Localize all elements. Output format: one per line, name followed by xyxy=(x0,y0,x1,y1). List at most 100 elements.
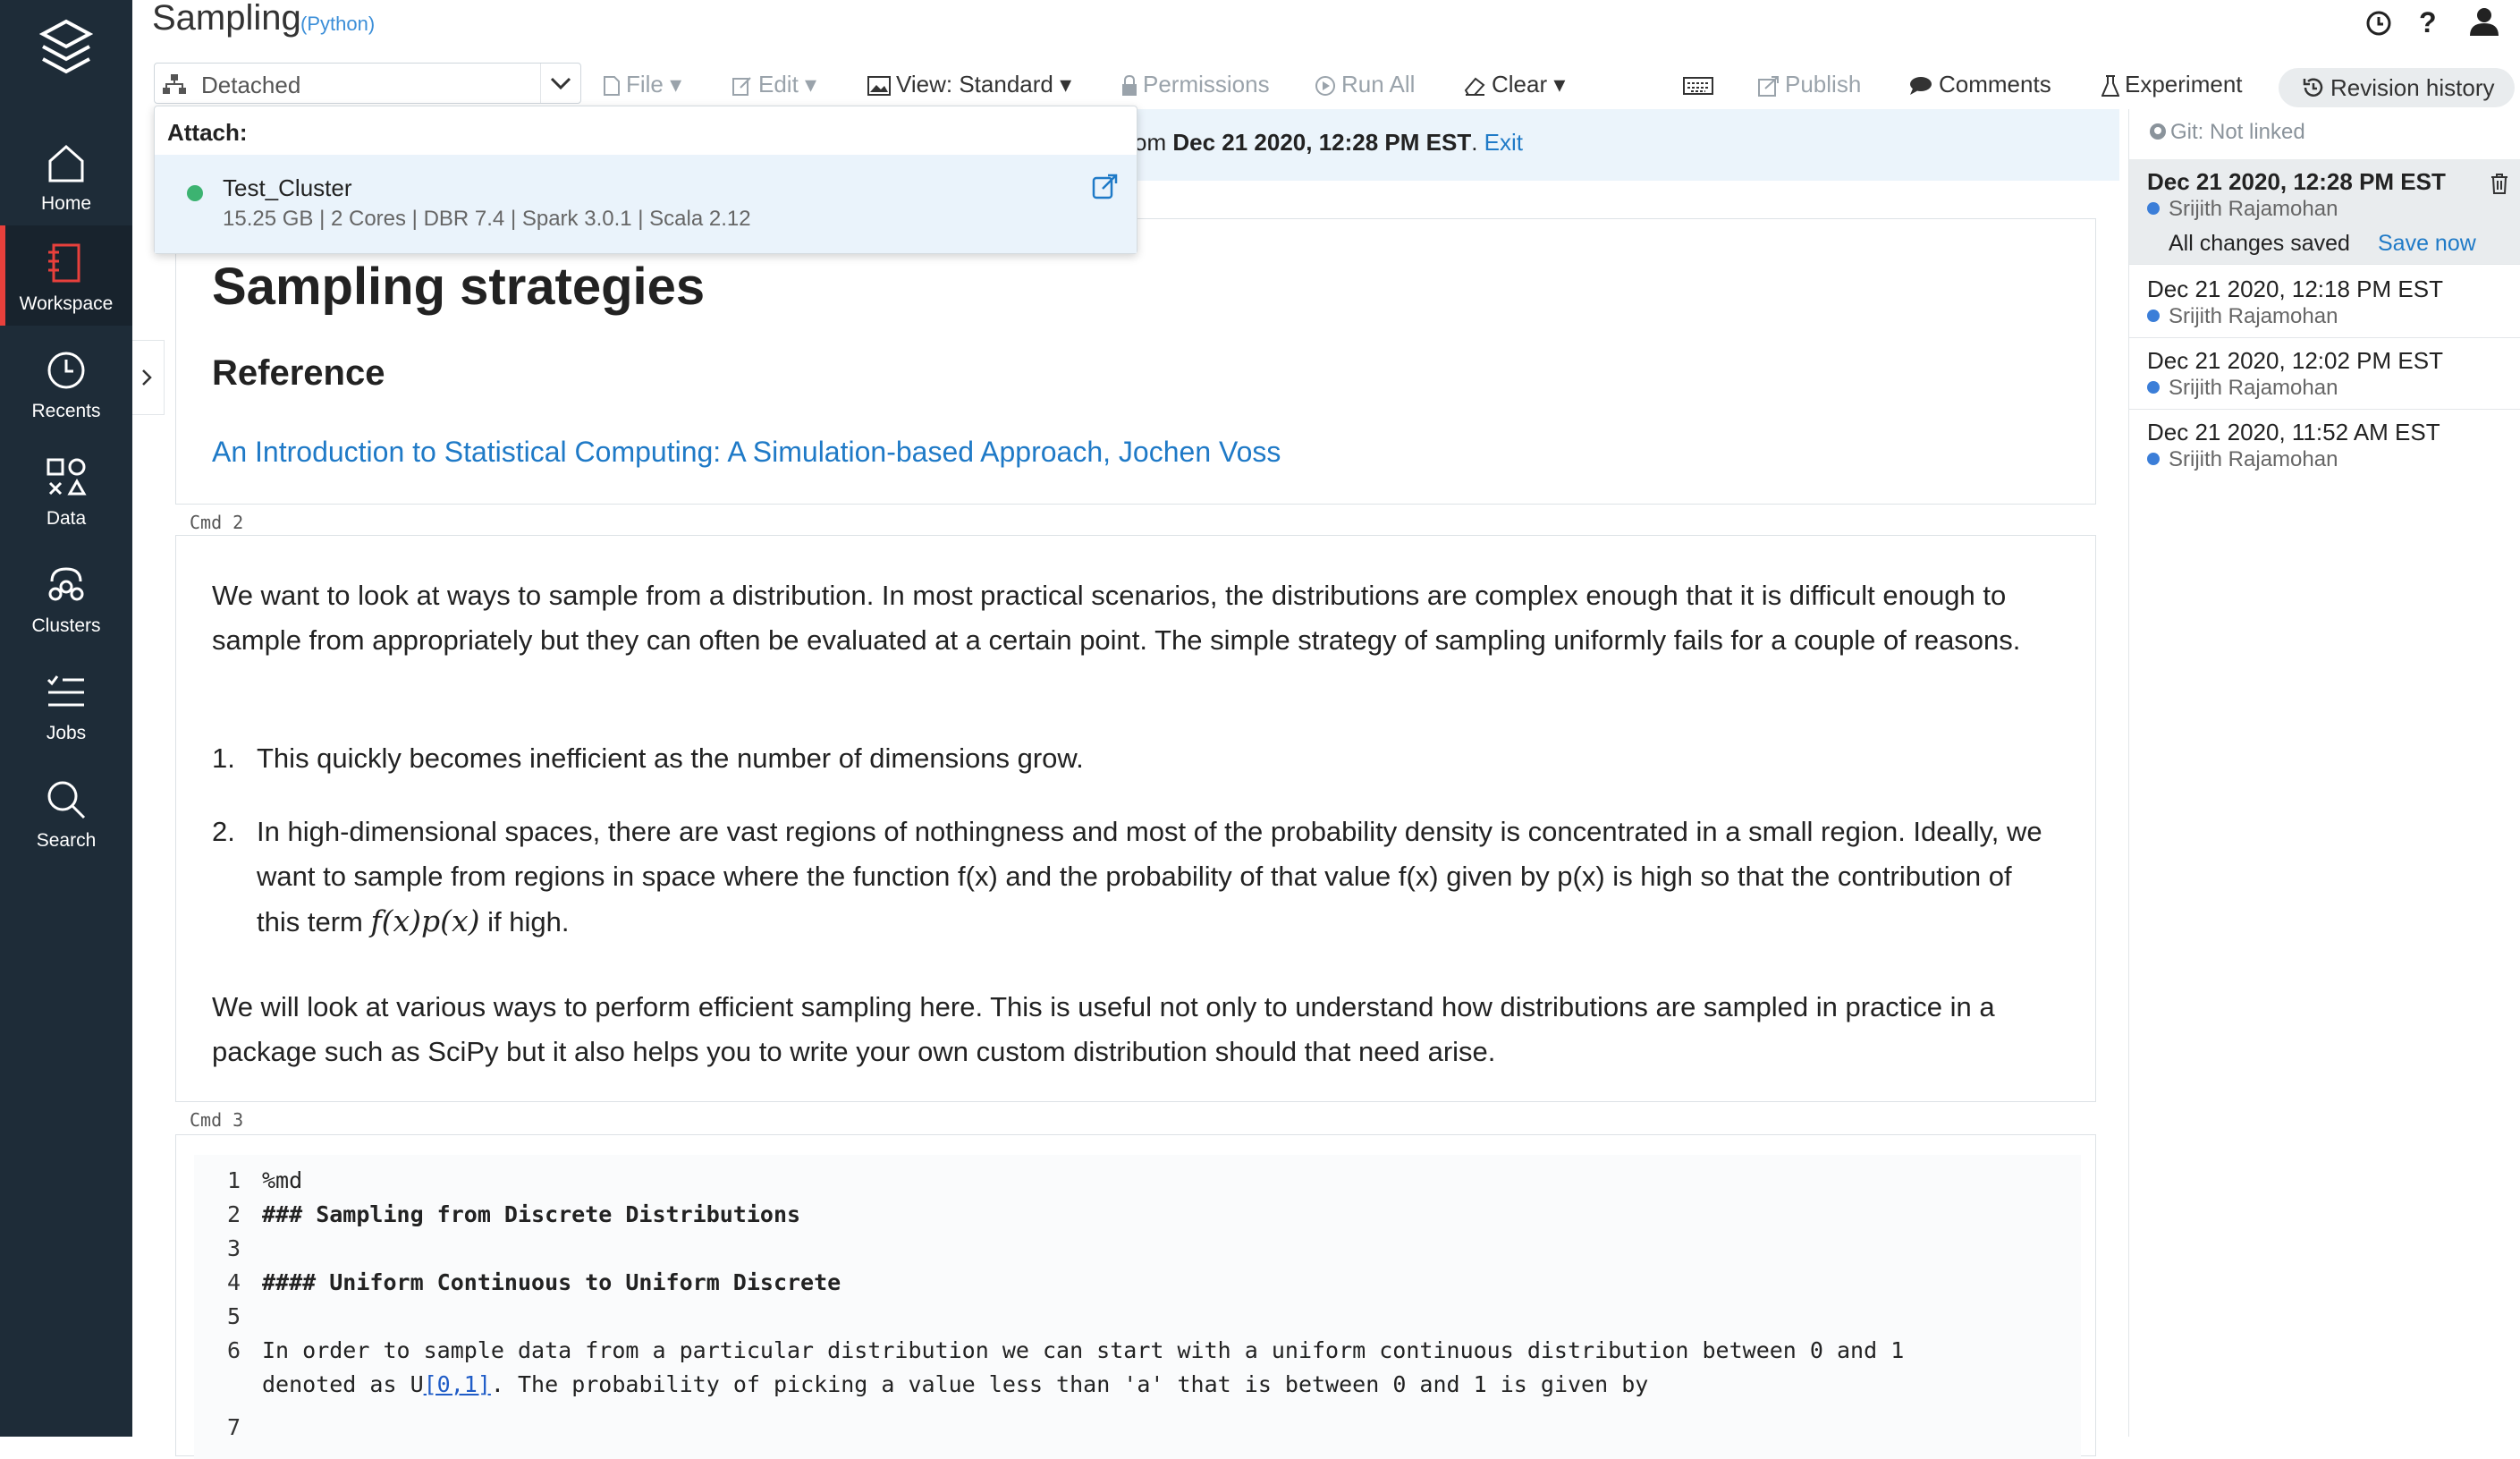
code-text-a: denoted as U xyxy=(262,1371,424,1397)
revision-date: Dec 21 2020, 11:52 AM EST xyxy=(2147,419,2440,445)
edit-menu[interactable]: Edit ▾ xyxy=(731,68,816,100)
code-line: 5 xyxy=(194,1303,241,1337)
code-editor[interactable]: 1 %md 2 ### Sampling from Discrete Distrib… xyxy=(194,1155,2081,1459)
code-text: %md xyxy=(262,1167,303,1193)
list-item-number: 2. xyxy=(212,816,235,847)
nav-jobs[interactable]: Jobs xyxy=(0,655,132,755)
exit-revision-link[interactable]: Exit xyxy=(1484,129,1523,156)
code-line: 4 #### Uniform Continuous to Uniform Disc… xyxy=(194,1269,841,1303)
revision-item[interactable]: Dec 21 2020, 11:52 AM EST Srijith Rajamo… xyxy=(2129,410,2520,481)
permissions-label: Permissions xyxy=(1143,71,1270,98)
code-bold-text: ### Sampling from Discrete Distributions xyxy=(262,1201,801,1227)
revision-history-button[interactable]: Revision history xyxy=(2279,68,2515,107)
publish-label: Publish xyxy=(1785,71,1862,98)
clear-menu[interactable]: Clear ▾ xyxy=(1463,68,1565,100)
nav-workspace[interactable]: Workspace xyxy=(0,225,132,326)
file-menu[interactable]: File ▾ xyxy=(603,68,681,100)
keyboard-icon xyxy=(1683,77,1713,96)
notebook-title[interactable]: Sampling xyxy=(152,0,301,38)
code-line: 6 In order to sample data from a particul… xyxy=(194,1337,1904,1371)
workspace-icon xyxy=(48,243,80,283)
cluster-select-caret[interactable] xyxy=(540,64,580,103)
save-now-link[interactable]: Save now xyxy=(2378,231,2476,257)
revision-item[interactable]: Dec 21 2020, 12:02 PM EST Srijith Rajamo… xyxy=(2129,338,2520,410)
chevron-right-icon xyxy=(142,369,152,386)
experiment-button[interactable]: Experiment xyxy=(2101,68,2243,100)
reference-link[interactable]: An Introduction to Statistical Computing… xyxy=(212,436,1281,469)
cmd-3-label: Cmd 3 xyxy=(190,1109,244,1131)
file-menu-label: File xyxy=(626,71,664,98)
clock-history-icon[interactable] xyxy=(2363,5,2395,38)
revision-item-current[interactable]: Dec 21 2020, 12:28 PM EST Srijith Rajamo… xyxy=(2129,159,2520,265)
list-item-number: 1. xyxy=(212,742,235,774)
share-icon xyxy=(1758,76,1779,98)
list-item-text-b: if high. xyxy=(479,906,570,937)
nav-search-label: Search xyxy=(36,830,97,851)
markdown-cell-2[interactable]: We want to look at ways to sample from a… xyxy=(175,535,2096,1102)
clear-menu-label: Clear xyxy=(1492,71,1548,98)
svg-text:?: ? xyxy=(2419,6,2437,38)
code-line: 2 ### Sampling from Discrete Distribution… xyxy=(194,1201,800,1235)
markdown-cell-1[interactable]: Sampling strategies Reference An Introdu… xyxy=(175,218,2096,505)
nav-workspace-label: Workspace xyxy=(19,293,114,314)
banner-suffix: . xyxy=(1471,129,1484,156)
publish-button[interactable]: Publish xyxy=(1758,68,1861,100)
keyboard-shortcuts-button[interactable] xyxy=(1683,68,1719,100)
math-expression: f(x)p(x) xyxy=(370,903,480,938)
comments-icon xyxy=(1910,77,1932,96)
notebook-language[interactable]: (Python) xyxy=(300,13,375,36)
line-number: 4 xyxy=(226,1269,241,1295)
code-text: In order to sample data from a particula… xyxy=(262,1337,1905,1363)
code-text-b: . The probability of picking a value les… xyxy=(490,1371,1649,1397)
github-icon xyxy=(2150,123,2166,140)
code-cell-3[interactable]: 1 %md 2 ### Sampling from Discrete Distrib… xyxy=(175,1134,2096,1459)
cluster-option-specs: 15.25 GB | 2 Cores | DBR 7.4 | Spark 3.0… xyxy=(223,207,751,231)
cmd-2-label: Cmd 2 xyxy=(190,512,244,533)
cluster-option-test-cluster[interactable]: Test_Cluster 15.25 GB | 2 Cores | DBR 7.… xyxy=(155,155,1137,253)
cluster-status-dot xyxy=(187,185,203,201)
cluster-option-name: Test_Cluster xyxy=(223,174,352,201)
data-icon xyxy=(47,458,87,496)
nav-search[interactable]: Search xyxy=(0,762,132,862)
edit-icon xyxy=(732,77,751,97)
trash-icon[interactable] xyxy=(2489,172,2510,195)
run-all-button[interactable]: Run All xyxy=(1315,68,1415,100)
permissions-button[interactable]: Permissions xyxy=(1121,68,1270,100)
code-link-text[interactable]: [0,1] xyxy=(424,1371,491,1397)
nav-recents[interactable]: Recents xyxy=(0,333,132,433)
nav-home[interactable]: Home xyxy=(0,125,132,225)
user-account-icon[interactable] xyxy=(2468,5,2500,38)
play-circle-icon xyxy=(1315,76,1335,97)
line-number: 6 xyxy=(226,1337,241,1363)
code-text: ### Sampling from Discrete Distributions xyxy=(262,1201,800,1227)
comments-button[interactable]: Comments xyxy=(1908,68,2051,100)
cluster-select[interactable]: Detached xyxy=(154,63,581,104)
nav-clusters[interactable]: Clusters xyxy=(0,547,132,648)
git-status[interactable]: Git: Not linked xyxy=(2149,120,2305,145)
help-icon[interactable]: ? xyxy=(2411,5,2443,38)
nav-data[interactable]: Data xyxy=(0,440,132,540)
edit-menu-label: Edit xyxy=(758,71,799,98)
revision-banner-text: om Dec 21 2020, 12:28 PM EST. Exit xyxy=(1134,129,1523,157)
cluster-select-value[interactable]: Detached xyxy=(201,72,300,99)
revision-date: Dec 21 2020, 12:02 PM EST xyxy=(2147,347,2443,374)
intro-paragraph: We want to look at ways to sample from a… xyxy=(212,580,2021,656)
clusters-icon xyxy=(48,567,84,601)
clock-icon xyxy=(47,352,85,389)
revision-item[interactable]: Dec 21 2020, 12:18 PM EST Srijith Rajamo… xyxy=(2129,267,2520,338)
banner-prefix: om xyxy=(1134,129,1173,156)
revision-history-label: Revision history xyxy=(2330,74,2495,101)
code-line: denoted as U[0,1]. The probability of pi… xyxy=(194,1371,1648,1405)
closing-paragraph: We will look at various ways to perform … xyxy=(212,991,1995,1067)
comments-label: Comments xyxy=(1939,71,2051,98)
list-item-text: In high-dimensional spaces, there are va… xyxy=(257,810,2054,945)
left-sidebar: Home Workspace Recents Data Clusters Job… xyxy=(0,0,132,1437)
nav-jobs-label: Jobs xyxy=(46,723,87,743)
jobs-icon xyxy=(47,675,84,707)
expand-panel-toggle[interactable] xyxy=(132,340,165,415)
code-text: #### Uniform Continuous to Uniform Discr… xyxy=(262,1269,841,1295)
databricks-logo-icon[interactable] xyxy=(39,16,93,81)
external-link-icon[interactable] xyxy=(1092,173,1119,199)
view-menu[interactable]: View: Standard ▾ xyxy=(867,68,1071,100)
revision-user: Srijith Rajamohan xyxy=(2147,197,2338,222)
